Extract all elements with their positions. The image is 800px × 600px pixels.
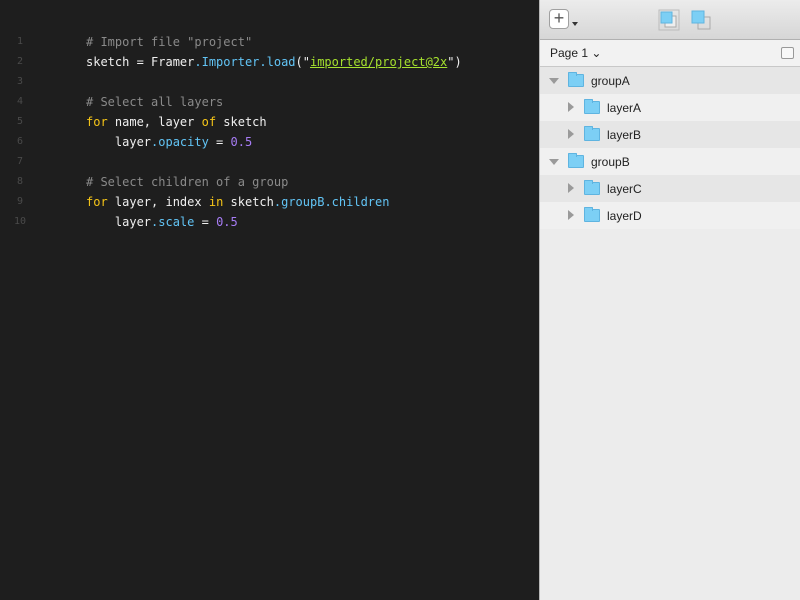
add-button[interactable]: + bbox=[549, 9, 569, 29]
code-token: 0.5 bbox=[216, 215, 238, 229]
code-line[interactable]: 8 # Select children of a group bbox=[0, 172, 539, 192]
collapse-icon[interactable] bbox=[781, 47, 794, 59]
line-number: 10 bbox=[13, 216, 27, 227]
disclosure-expanded-icon[interactable] bbox=[549, 78, 559, 84]
line-number: 2 bbox=[16, 56, 24, 67]
disclosure-expanded-icon[interactable] bbox=[549, 159, 559, 165]
code-token: .opacity bbox=[151, 135, 209, 149]
layer-row-layerA[interactable]: layerA bbox=[540, 94, 800, 121]
code-token: in bbox=[208, 195, 224, 209]
code-text: # Import file "project" bbox=[86, 32, 252, 52]
line-number: 6 bbox=[16, 136, 24, 147]
layer-name: layerA bbox=[607, 101, 642, 115]
code-line[interactable]: 3 bbox=[0, 72, 539, 92]
layers-panel: + Page 1 ⌄ groupA layerA layerB groupB layer… bbox=[539, 0, 800, 600]
layer-list: groupA layerA layerB groupB layerC layerD bbox=[540, 67, 800, 229]
panel-toolbar: + bbox=[540, 0, 800, 40]
folder-icon bbox=[584, 99, 600, 114]
line-number: 1 bbox=[16, 36, 24, 47]
bring-forward-icon[interactable] bbox=[658, 9, 680, 31]
code-line[interactable]: 6 layer.opacity = 0.5 bbox=[0, 132, 539, 152]
code-token: .groupB.children bbox=[273, 195, 390, 209]
code-token: sketch bbox=[223, 195, 274, 209]
code-token: (" bbox=[295, 55, 310, 69]
code-token: # Import file "project" bbox=[86, 35, 253, 49]
code-text: # Select children of a group bbox=[86, 172, 288, 192]
line-number: 3 bbox=[16, 76, 24, 87]
layer-name: groupA bbox=[591, 74, 630, 88]
code-text: layer.opacity = 0.5 bbox=[86, 132, 252, 152]
code-token: layer bbox=[86, 135, 152, 149]
folder-icon bbox=[584, 126, 600, 141]
code-text: sketch = Framer.Importer.load("imported/… bbox=[86, 52, 462, 72]
line-number: 4 bbox=[16, 96, 24, 107]
code-line[interactable]: 5 for name, layer of sketch bbox=[0, 112, 539, 132]
layer-row-groupA[interactable]: groupA bbox=[540, 67, 800, 94]
add-dropdown-caret-icon[interactable] bbox=[572, 22, 578, 26]
code-token: = bbox=[208, 135, 231, 149]
disclosure-collapsed-icon[interactable] bbox=[568, 102, 574, 112]
folder-icon bbox=[568, 72, 584, 87]
folder-icon bbox=[584, 180, 600, 195]
code-token: of bbox=[201, 115, 217, 129]
code-text: for layer, index in sketch.groupB.childr… bbox=[86, 192, 389, 212]
layer-name: layerB bbox=[607, 128, 642, 142]
send-backward-icon[interactable] bbox=[690, 9, 712, 31]
disclosure-collapsed-icon[interactable] bbox=[568, 129, 574, 139]
line-number: 7 bbox=[16, 156, 24, 167]
disclosure-collapsed-icon[interactable] bbox=[568, 183, 574, 193]
layer-row-groupB[interactable]: groupB bbox=[540, 148, 800, 175]
code-token: layer bbox=[86, 215, 152, 229]
page-bar: Page 1 ⌄ bbox=[540, 40, 800, 67]
code-token: sketch = Framer bbox=[86, 55, 195, 69]
code-token: for bbox=[86, 195, 108, 209]
disclosure-collapsed-icon[interactable] bbox=[568, 210, 574, 220]
layer-name: layerD bbox=[607, 209, 642, 223]
layer-row-layerB[interactable]: layerB bbox=[540, 121, 800, 148]
layer-name: layerC bbox=[607, 182, 642, 196]
line-number: 9 bbox=[16, 196, 24, 207]
code-token: .scale bbox=[151, 215, 195, 229]
code-line[interactable]: 4 # Select all layers bbox=[0, 92, 539, 112]
layer-row-layerC[interactable]: layerC bbox=[540, 175, 800, 202]
code-text: # Select all layers bbox=[86, 92, 223, 112]
page-selector[interactable]: Page 1 ⌄ bbox=[550, 46, 601, 60]
code-token: name, layer bbox=[107, 115, 202, 129]
folder-icon bbox=[568, 153, 584, 168]
code-token: sketch bbox=[216, 115, 267, 129]
code-token: .Importer.load bbox=[194, 55, 296, 69]
layer-name: groupB bbox=[591, 155, 630, 169]
code-editor[interactable]: 1 # Import file "project" 2 sketch = Framer… bbox=[0, 0, 539, 600]
layer-row-layerD[interactable]: layerD bbox=[540, 202, 800, 229]
code-text: for name, layer of sketch bbox=[86, 112, 267, 132]
line-number: 5 bbox=[16, 116, 24, 127]
code-token: # Select all layers bbox=[86, 95, 224, 109]
code-text: layer.scale = 0.5 bbox=[86, 212, 238, 232]
code-token: 0.5 bbox=[230, 135, 253, 149]
code-token: ") bbox=[447, 55, 462, 69]
code-line[interactable]: 10 layer.scale = 0.5 bbox=[0, 212, 539, 232]
code-line[interactable]: 2 sketch = Framer.Importer.load("imported… bbox=[0, 52, 539, 72]
code-token: for bbox=[86, 115, 108, 129]
code-token: = bbox=[194, 215, 217, 229]
line-number: 8 bbox=[16, 176, 24, 187]
code-token: # Select children of a group bbox=[86, 175, 289, 189]
code-token: imported/project@2x bbox=[309, 55, 448, 69]
folder-icon bbox=[584, 207, 600, 222]
code-line[interactable]: 1 # Import file "project" bbox=[0, 32, 539, 52]
code-token: layer, index bbox=[107, 195, 209, 209]
code-line[interactable]: 9 for layer, index in sketch.groupB.child… bbox=[0, 192, 539, 212]
code-line[interactable]: 7 bbox=[0, 152, 539, 172]
